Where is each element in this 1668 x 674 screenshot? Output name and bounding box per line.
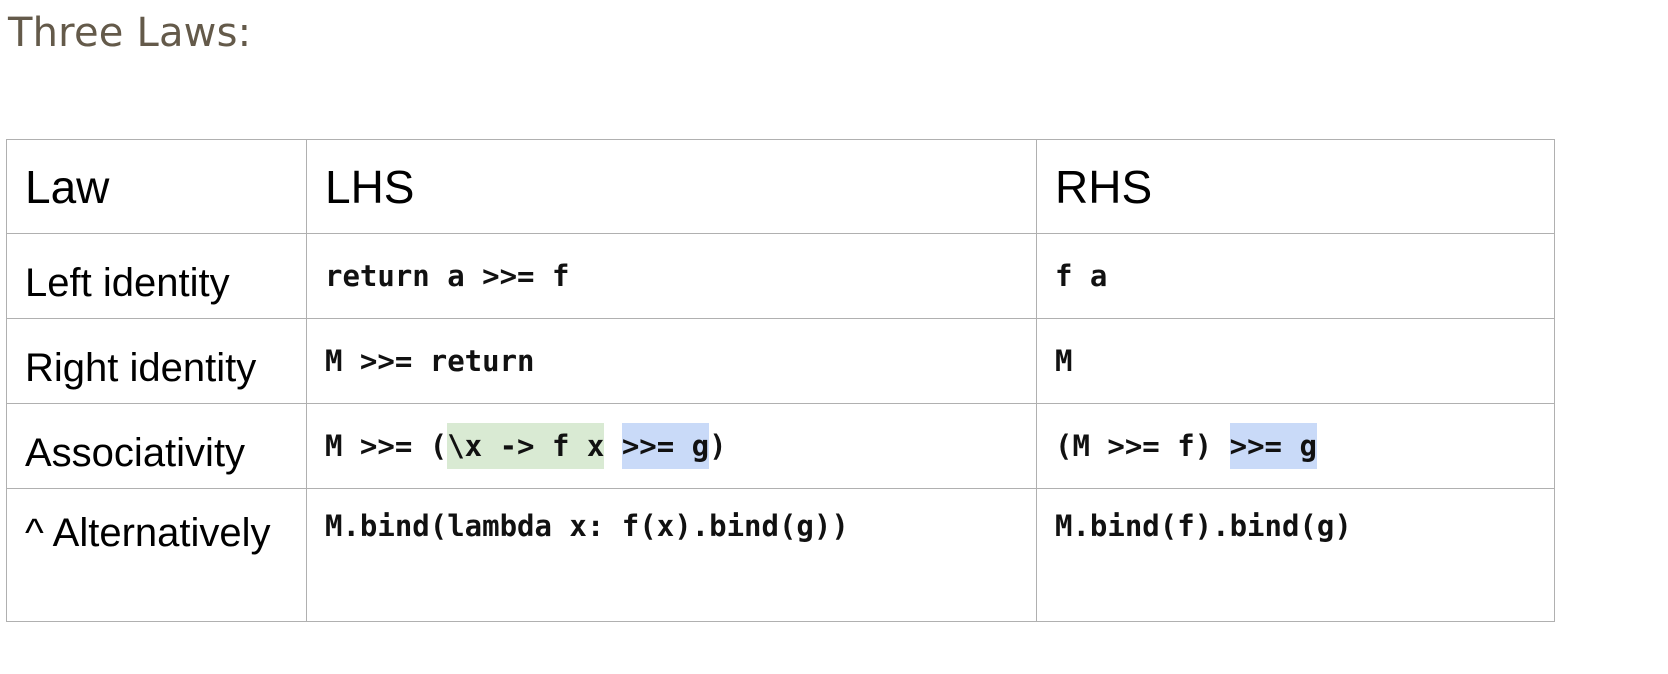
law-cell: Associativity	[6, 403, 307, 489]
lhs-cell: M >>= (\x -> f x >>= g)	[306, 403, 1037, 489]
lhs-cell: return a >>= f	[306, 233, 1037, 319]
lhs-cell: M >>= return	[306, 318, 1037, 404]
rhs-cell: M.bind(f).bind(g)	[1036, 488, 1555, 622]
column-header-rhs: RHS	[1036, 139, 1555, 234]
law-name: Left identity	[25, 260, 230, 305]
law-name: ^ Alternatively	[25, 511, 271, 555]
page-title: Three Laws:	[8, 10, 252, 56]
table-row: Left identity return a >>= f f a	[6, 233, 1555, 319]
rhs-code-prefix: (M >>= f)	[1055, 429, 1230, 463]
rhs-cell: (M >>= f) >>= g	[1036, 403, 1555, 489]
lhs-code: M >>= return	[325, 344, 535, 378]
lhs-highlight-green: \x -> f x	[447, 423, 605, 469]
table-row: Right identity M >>= return M	[6, 318, 1555, 404]
lhs-highlight-blue: >>= g	[621, 423, 710, 469]
rhs-code: M	[1055, 344, 1073, 378]
table-header-row: Law LHS RHS	[6, 139, 1555, 234]
column-header-lhs: LHS	[306, 139, 1037, 234]
law-cell: Right identity	[6, 318, 307, 404]
rhs-highlight-blue: >>= g	[1229, 423, 1317, 469]
table-row: ^ Alternatively M.bind(lambda x: f(x).bi…	[6, 488, 1555, 622]
law-name: Right identity	[25, 345, 257, 390]
lhs-cell: M.bind(lambda x: f(x).bind(g))	[306, 488, 1037, 622]
rhs-cell: f a	[1036, 233, 1555, 319]
rhs-code: f a	[1055, 259, 1108, 293]
lhs-code-prefix: M >>= (	[325, 429, 448, 463]
law-cell: Left identity	[6, 233, 307, 319]
column-header-law: Law	[6, 139, 307, 234]
table-row: Associativity M >>= (\x -> f x >>= g) (M…	[6, 403, 1555, 489]
lhs-code: M >>= (\x -> f x >>= g)	[325, 423, 727, 469]
law-name: Associativity	[25, 430, 246, 475]
lhs-code-suffix: )	[709, 429, 727, 463]
lhs-code: M.bind(lambda x: f(x).bind(g))	[325, 509, 849, 543]
law-cell: ^ Alternatively	[6, 488, 307, 622]
monad-laws-table: Law LHS RHS Left identity return a >>= f…	[6, 139, 1555, 622]
rhs-cell: M	[1036, 318, 1555, 404]
rhs-code: (M >>= f) >>= g	[1055, 423, 1317, 469]
lhs-code: return a >>= f	[325, 259, 570, 293]
lhs-code-space	[604, 429, 621, 463]
rhs-code: M.bind(f).bind(g)	[1055, 509, 1352, 543]
